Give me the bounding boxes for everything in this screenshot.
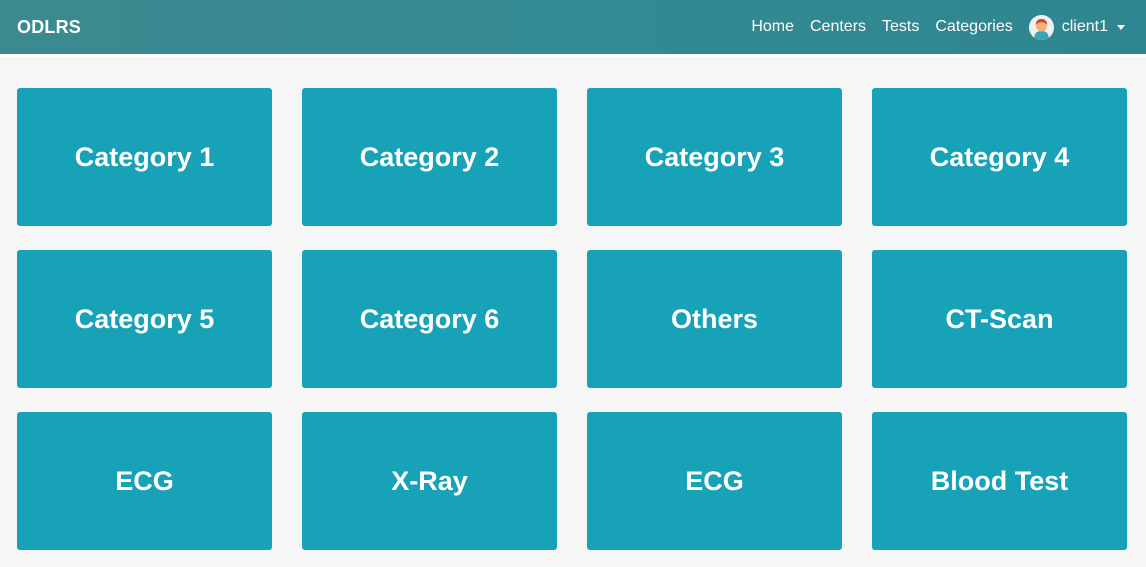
category-card-label: ECG — [685, 465, 744, 496]
category-card-label: Category 3 — [644, 141, 785, 172]
category-card[interactable]: Category 6 — [302, 250, 557, 388]
category-card[interactable]: Category 3 — [587, 88, 842, 226]
user-menu-dropdown[interactable]: client1 — [1028, 14, 1129, 40]
category-grid: Category 1 Category 2 Category 3 Categor… — [17, 88, 1129, 550]
category-card[interactable]: CT-Scan — [872, 250, 1127, 388]
category-card-label: Category 6 — [359, 303, 500, 334]
category-card[interactable]: Category 5 — [17, 250, 272, 388]
category-card[interactable]: Category 1 — [17, 88, 272, 226]
user-name-label: client1 — [1061, 18, 1108, 35]
category-card-label: Others — [670, 303, 759, 334]
category-card[interactable]: Blood Test — [872, 412, 1127, 550]
category-card[interactable]: X-Ray — [302, 412, 557, 550]
nav-links: Home Centers Tests Categories client1 — [735, 0, 1129, 54]
category-card[interactable]: ECG — [17, 412, 272, 550]
category-card[interactable]: Category 4 — [872, 88, 1127, 226]
category-card[interactable]: Category 2 — [302, 88, 557, 226]
nav-link-home[interactable]: Home — [751, 18, 794, 36]
category-card-label: X-Ray — [391, 465, 468, 496]
category-card-label: CT-Scan — [945, 303, 1054, 334]
top-navbar: ODLRS Home Centers Tests Categories clie… — [0, 0, 1146, 57]
brand-logo-text[interactable]: ODLRS — [17, 17, 81, 38]
category-card-label: Category 4 — [929, 141, 1070, 172]
caret-down-icon — [1117, 24, 1125, 30]
category-card-label: Category 5 — [74, 303, 215, 334]
category-card-label: Blood Test — [930, 465, 1069, 496]
category-card-label: ECG — [115, 465, 174, 496]
user-avatar-icon — [1028, 14, 1054, 40]
category-card-label: Category 1 — [74, 141, 215, 172]
category-card[interactable]: ECG — [587, 412, 842, 550]
category-card-label: Category 2 — [359, 141, 500, 172]
category-card[interactable]: Others — [587, 250, 842, 388]
nav-link-tests[interactable]: Tests — [882, 18, 919, 36]
nav-link-centers[interactable]: Centers — [810, 18, 866, 36]
nav-link-categories[interactable]: Categories — [935, 18, 1012, 36]
